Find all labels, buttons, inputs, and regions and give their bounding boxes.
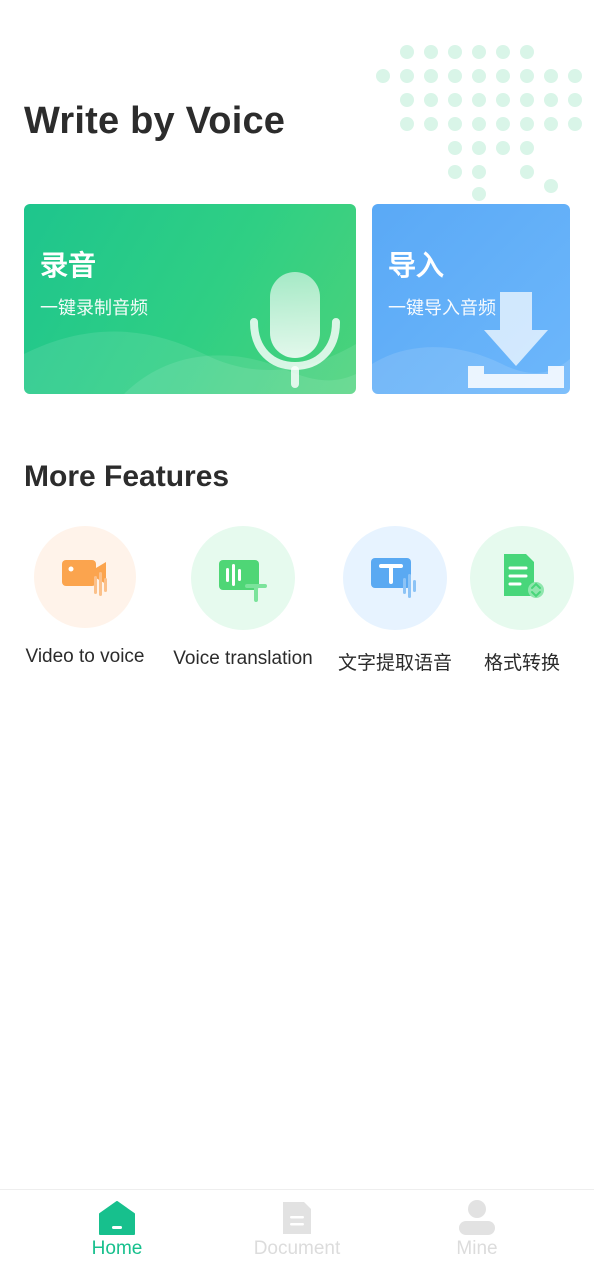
tab-label: Mine xyxy=(456,1238,498,1259)
dot-pattern-decoration xyxy=(376,45,582,201)
video-voice-icon xyxy=(62,560,107,596)
import-card-title: 导入 xyxy=(388,250,445,281)
record-card-title: 录音 xyxy=(40,250,97,281)
feature-icon-circle xyxy=(191,526,295,630)
feature-text-to-speech[interactable]: 文字提取语音 xyxy=(334,526,456,675)
download-icon xyxy=(468,292,564,388)
tab-label: Document xyxy=(253,1238,341,1259)
bottom-tab-bar: Home Document Mine xyxy=(0,1189,594,1280)
tab-document[interactable]: Document xyxy=(207,1200,387,1260)
import-card[interactable]: 导入 一键导入音频 xyxy=(372,204,570,394)
feature-format-convert[interactable]: 格式转换 xyxy=(470,526,574,675)
feature-label: Video to voice xyxy=(25,646,145,667)
document-icon xyxy=(283,1202,311,1234)
feature-label: 格式转换 xyxy=(483,653,560,674)
text-to-speech-icon xyxy=(371,558,416,598)
home-icon xyxy=(99,1201,135,1235)
feature-icon-circle xyxy=(470,526,574,630)
record-card-subtitle: 一键录制音频 xyxy=(40,298,148,318)
page-title: Write by Voice xyxy=(24,100,286,142)
user-icon xyxy=(459,1200,495,1235)
microphone-icon xyxy=(250,272,340,388)
format-convert-icon xyxy=(504,554,544,598)
feature-video-to-voice[interactable]: Video to voice xyxy=(16,526,154,668)
tab-mine[interactable]: Mine xyxy=(387,1200,567,1260)
feature-icon-circle xyxy=(34,526,136,628)
feature-icon-circle xyxy=(343,526,447,630)
record-card[interactable]: 录音 一键录制音频 xyxy=(24,204,356,394)
voice-translation-icon xyxy=(219,560,267,602)
feature-label: 文字提取语音 xyxy=(337,653,452,674)
feature-label: Voice translation xyxy=(173,648,313,669)
tab-label: Home xyxy=(91,1238,143,1259)
tab-home[interactable]: Home xyxy=(27,1200,207,1260)
feature-voice-translation[interactable]: Voice translation xyxy=(164,526,322,670)
section-title-more-features: More Features xyxy=(24,460,230,493)
